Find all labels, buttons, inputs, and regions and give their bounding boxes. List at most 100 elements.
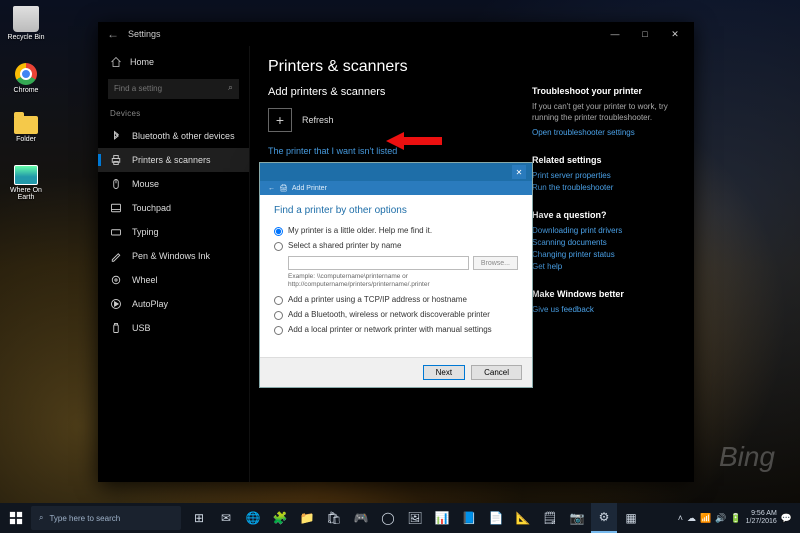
sidebar-item-mouse[interactable]: Mouse bbox=[98, 172, 249, 196]
add-printer-dialog: ✕ ← 🖨 Add Printer Find a printer by othe… bbox=[259, 162, 533, 388]
titlebar[interactable]: ← Settings — □ ✕ bbox=[98, 22, 694, 46]
desktop-icon-photo[interactable]: Where On Earth bbox=[6, 165, 46, 201]
related-link-1[interactable]: Run the troubleshooter bbox=[532, 183, 676, 192]
next-button[interactable]: Next bbox=[423, 365, 465, 380]
page-title: Printers & scanners bbox=[268, 58, 514, 76]
taskbar-app[interactable]: 🧩 bbox=[267, 503, 293, 533]
taskbar-clock[interactable]: 9:56 AM 1/27/2016 bbox=[746, 510, 777, 525]
question-link-1[interactable]: Scanning documents bbox=[532, 238, 676, 247]
question-link-3[interactable]: Get help bbox=[532, 262, 676, 271]
dialog-close-button[interactable]: ✕ bbox=[512, 165, 526, 179]
maximize-button[interactable]: □ bbox=[630, 22, 660, 46]
taskbar-app[interactable]: 📷 bbox=[564, 503, 590, 533]
taskbar-app[interactable]: ▦ bbox=[618, 503, 644, 533]
sidebar-home[interactable]: Home bbox=[98, 50, 249, 74]
radio-bluetooth[interactable] bbox=[274, 311, 283, 320]
taskbar-cortana-icon[interactable]: ◯ bbox=[375, 503, 401, 533]
sidebar-category: Devices bbox=[98, 107, 249, 124]
refresh-row[interactable]: + Refresh bbox=[268, 108, 514, 132]
desktop-icon-chrome[interactable]: Chrome bbox=[6, 63, 46, 94]
dialog-heading: Find a printer by other options bbox=[274, 205, 518, 216]
sidebar-item-touchpad[interactable]: Touchpad bbox=[98, 196, 249, 220]
wheel-icon bbox=[110, 274, 122, 286]
tray-volume-icon[interactable]: 🔊 bbox=[715, 513, 726, 524]
better-heading: Make Windows better bbox=[532, 289, 676, 299]
usb-icon bbox=[110, 322, 122, 334]
desktop-icon-folder[interactable]: Folder bbox=[6, 116, 46, 143]
close-button[interactable]: ✕ bbox=[660, 22, 690, 46]
sidebar-item-wheel[interactable]: Wheel bbox=[98, 268, 249, 292]
taskbar-pinned-apps: ⊞ ✉ 🌐 🧩 📁 🛍 🎮 ◯ 🖼 📊 📘 📄 📐 🗒 📷 ⚙ ▦ bbox=[186, 503, 671, 533]
taskbar-app[interactable]: 📄 bbox=[483, 503, 509, 533]
plus-icon: + bbox=[268, 108, 292, 132]
taskbar-app[interactable]: 🌐 bbox=[240, 503, 266, 533]
window-title: Settings bbox=[128, 29, 161, 39]
bluetooth-icon bbox=[110, 130, 122, 142]
taskbar-search-placeholder: Type here to search bbox=[49, 514, 120, 523]
sidebar-item-printers[interactable]: Printers & scanners bbox=[98, 148, 249, 172]
option-shared-printer[interactable]: Select a shared printer by name bbox=[274, 241, 518, 251]
minimize-button[interactable]: — bbox=[600, 22, 630, 46]
question-link-0[interactable]: Downloading print drivers bbox=[532, 226, 676, 235]
refresh-label: Refresh bbox=[302, 115, 334, 125]
question-link-2[interactable]: Changing printer status bbox=[532, 250, 676, 259]
sidebar-item-typing[interactable]: Typing bbox=[98, 220, 249, 244]
shared-printer-path-input[interactable] bbox=[288, 256, 469, 270]
radio-shared-printer[interactable] bbox=[274, 242, 283, 251]
printer-not-listed-link[interactable]: The printer that I want isn't listed bbox=[268, 146, 514, 156]
tray-network-icon[interactable]: 📶 bbox=[700, 513, 711, 524]
search-icon: ⌕ bbox=[39, 513, 43, 523]
folder-icon bbox=[14, 116, 38, 134]
action-center-icon[interactable]: 💬 bbox=[781, 513, 792, 524]
sidebar-item-pen[interactable]: Pen & Windows Ink bbox=[98, 244, 249, 268]
troubleshoot-link[interactable]: Open troubleshooter settings bbox=[532, 128, 676, 137]
back-button[interactable]: ← bbox=[102, 27, 124, 41]
radio-tcpip[interactable] bbox=[274, 296, 283, 305]
dialog-titlebar[interactable]: ✕ bbox=[260, 163, 532, 181]
desktop-icons: Recycle Bin Chrome Folder Where On Earth bbox=[6, 6, 46, 201]
settings-right-column: Troubleshoot your printer If you can't g… bbox=[532, 58, 676, 470]
task-view-icon[interactable]: ⊞ bbox=[186, 503, 212, 533]
settings-search-input[interactable] bbox=[108, 79, 239, 99]
sidebar-item-bluetooth[interactable]: Bluetooth & other devices bbox=[98, 124, 249, 148]
autoplay-icon bbox=[110, 298, 122, 310]
cancel-button[interactable]: Cancel bbox=[471, 365, 522, 380]
troubleshoot-body: If you can't get your printer to work, t… bbox=[532, 102, 676, 124]
printer-small-icon: 🖨 bbox=[279, 184, 288, 192]
tray-battery-icon[interactable]: 🔋 bbox=[730, 513, 741, 524]
photo-icon bbox=[14, 165, 38, 185]
sidebar-item-autoplay[interactable]: AutoPlay bbox=[98, 292, 249, 316]
home-icon bbox=[110, 56, 122, 68]
start-button[interactable] bbox=[2, 503, 30, 533]
desktop-icon-recycle-bin[interactable]: Recycle Bin bbox=[6, 6, 46, 41]
keyboard-icon bbox=[110, 226, 122, 238]
related-link-0[interactable]: Print server properties bbox=[532, 171, 676, 180]
radio-local[interactable] bbox=[274, 326, 283, 335]
tray-chevron-icon[interactable]: ˄ bbox=[678, 513, 683, 523]
option-tcpip[interactable]: Add a printer using a TCP/IP address or … bbox=[274, 295, 518, 305]
option-older-printer[interactable]: My printer is a little older. Help me fi… bbox=[274, 226, 518, 236]
radio-older-printer[interactable] bbox=[274, 227, 283, 236]
taskbar-app[interactable]: 📐 bbox=[510, 503, 536, 533]
taskbar-settings-icon[interactable]: ⚙ bbox=[591, 503, 617, 533]
system-tray[interactable]: ˄ ☁ 📶 🔊 🔋 9:56 AM 1/27/2016 💬 bbox=[672, 510, 798, 525]
taskbar-app[interactable]: ✉ bbox=[213, 503, 239, 533]
taskbar-search[interactable]: ⌕ Type here to search bbox=[31, 506, 181, 530]
taskbar-app[interactable]: 🛍 bbox=[321, 503, 347, 533]
taskbar-app[interactable]: 🖼 bbox=[402, 503, 428, 533]
better-link-0[interactable]: Give us feedback bbox=[532, 305, 676, 314]
taskbar-app[interactable]: 🎮 bbox=[348, 503, 374, 533]
dialog-breadcrumb: ← 🖨 Add Printer bbox=[260, 181, 532, 195]
taskbar-app[interactable]: 📁 bbox=[294, 503, 320, 533]
option-bluetooth[interactable]: Add a Bluetooth, wireless or network dis… bbox=[274, 310, 518, 320]
browse-button[interactable]: Browse... bbox=[473, 256, 518, 270]
taskbar-app[interactable]: 🗒 bbox=[537, 503, 563, 533]
dialog-back-icon[interactable]: ← bbox=[268, 185, 275, 192]
taskbar-app[interactable]: 📘 bbox=[456, 503, 482, 533]
pen-icon bbox=[110, 250, 122, 262]
tray-onedrive-icon[interactable]: ☁ bbox=[687, 513, 696, 524]
option-local[interactable]: Add a local printer or network printer w… bbox=[274, 325, 518, 335]
settings-sidebar: Home ⌕ Devices Bluetooth & other devices… bbox=[98, 46, 250, 482]
sidebar-item-usb[interactable]: USB bbox=[98, 316, 249, 340]
taskbar-app[interactable]: 📊 bbox=[429, 503, 455, 533]
